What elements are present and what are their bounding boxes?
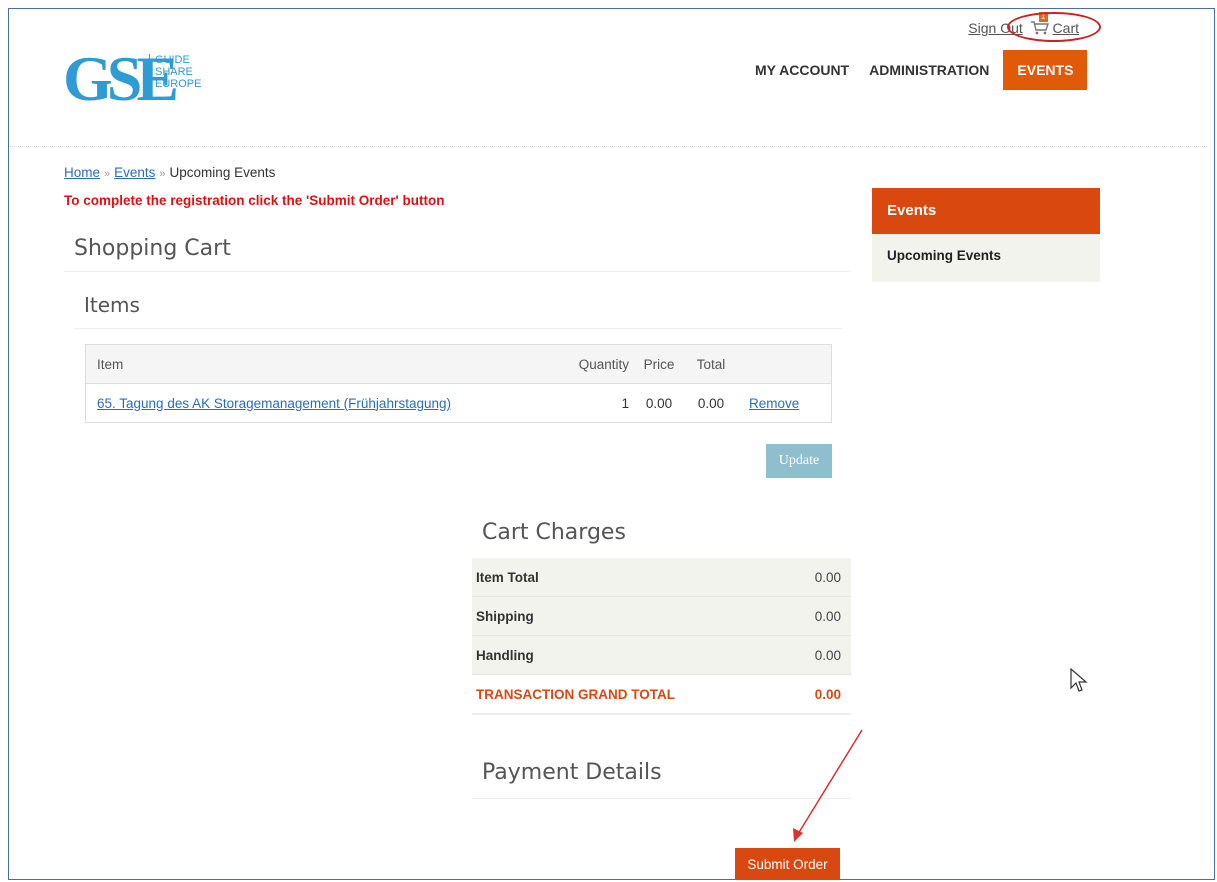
breadcrumb-home[interactable]: Home bbox=[64, 165, 100, 180]
action-cell: Remove bbox=[737, 384, 832, 423]
sidebar-heading: Events bbox=[872, 188, 1100, 234]
update-button[interactable]: Update bbox=[766, 444, 832, 478]
items-table: Item Quantity Price Total 65. Tagung des… bbox=[85, 344, 832, 423]
payment-details-title: Payment Details bbox=[482, 760, 662, 785]
breadcrumb-separator: » bbox=[104, 168, 111, 180]
charge-value: 0.00 bbox=[792, 558, 851, 597]
cart-charges-title: Cart Charges bbox=[482, 520, 626, 545]
items-title: Items bbox=[84, 293, 140, 317]
breadcrumb-current: Upcoming Events bbox=[169, 165, 276, 180]
sidebar-item-upcoming-events[interactable]: Upcoming Events bbox=[872, 234, 1100, 282]
shopping-cart-title: Shopping Cart bbox=[74, 236, 231, 261]
submit-order-button[interactable]: Submit Order bbox=[735, 848, 840, 880]
breadcrumb: Home» Events» Upcoming Events bbox=[64, 165, 275, 180]
col-price: Price bbox=[633, 344, 685, 384]
grand-total-value: 0.00 bbox=[792, 674, 851, 715]
total-cell: 0.00 bbox=[697, 395, 725, 411]
item-link[interactable]: 65. Tagung des AK Storagemanagement (Frü… bbox=[97, 396, 451, 411]
col-item: Item bbox=[85, 344, 548, 384]
item-cell: 65. Tagung des AK Storagemanagement (Frü… bbox=[86, 384, 549, 423]
charge-row: Shipping 0.00 bbox=[472, 596, 851, 636]
sign-out-link[interactable]: Sign Out bbox=[968, 20, 1022, 36]
registration-notice: To complete the registration click the '… bbox=[64, 193, 445, 208]
divider bbox=[64, 271, 851, 272]
table-row: 65. Tagung des AK Storagemanagement (Frü… bbox=[86, 384, 832, 423]
charge-label: Shipping bbox=[472, 596, 793, 636]
charge-value: 0.00 bbox=[792, 635, 851, 675]
charge-label: Item Total bbox=[472, 558, 793, 597]
logo-line-europe: EUROPE bbox=[155, 78, 202, 90]
gse-logo[interactable]: GSE GUIDE SHARE EUROPE bbox=[63, 44, 223, 114]
screenshot-frame bbox=[8, 8, 1215, 880]
header-divider bbox=[10, 146, 1207, 147]
charge-row: Item Total 0.00 bbox=[472, 558, 851, 597]
logo-line-share: SHARE bbox=[155, 66, 193, 78]
nav-my-account[interactable]: MY ACCOUNT bbox=[745, 50, 859, 90]
cart-icon[interactable] bbox=[1030, 21, 1049, 35]
top-links: Sign Out 1 Cart bbox=[968, 12, 1079, 36]
divider bbox=[472, 798, 851, 799]
breadcrumb-separator: » bbox=[159, 168, 166, 180]
cart-link[interactable]: Cart bbox=[1053, 20, 1079, 36]
charge-row: Handling 0.00 bbox=[472, 635, 851, 675]
col-total: Total bbox=[685, 344, 737, 384]
mouse-pointer-icon bbox=[1070, 668, 1088, 692]
col-quantity: Quantity bbox=[548, 344, 633, 384]
main-nav: MY ACCOUNT ADMINISTRATION EVENTS bbox=[745, 50, 1088, 90]
charges-table: Item Total 0.00 Shipping 0.00 Handling 0… bbox=[472, 558, 851, 715]
remove-link[interactable]: Remove bbox=[749, 396, 799, 411]
price-cell: 0.00 bbox=[645, 395, 673, 411]
nav-administration[interactable]: ADMINISTRATION bbox=[859, 50, 999, 90]
charge-label: Handling bbox=[472, 635, 793, 675]
grand-total-label: TRANSACTION GRAND TOTAL bbox=[472, 674, 793, 715]
cart-count-badge: 1 bbox=[1038, 12, 1048, 22]
quantity-cell: 1 bbox=[621, 395, 629, 411]
breadcrumb-events[interactable]: Events bbox=[114, 165, 155, 180]
col-action bbox=[737, 344, 832, 384]
items-header-row: Item Quantity Price Total bbox=[85, 344, 832, 384]
logo-line-guide: GUIDE bbox=[155, 54, 190, 66]
charge-value: 0.00 bbox=[792, 596, 851, 636]
grand-total-row: TRANSACTION GRAND TOTAL 0.00 bbox=[472, 674, 851, 715]
logo-text: GUIDE SHARE EUROPE bbox=[149, 54, 201, 90]
cart-link-wrap[interactable]: 1 Cart bbox=[1030, 12, 1079, 36]
nav-events[interactable]: EVENTS bbox=[1003, 50, 1088, 90]
divider bbox=[74, 328, 842, 329]
